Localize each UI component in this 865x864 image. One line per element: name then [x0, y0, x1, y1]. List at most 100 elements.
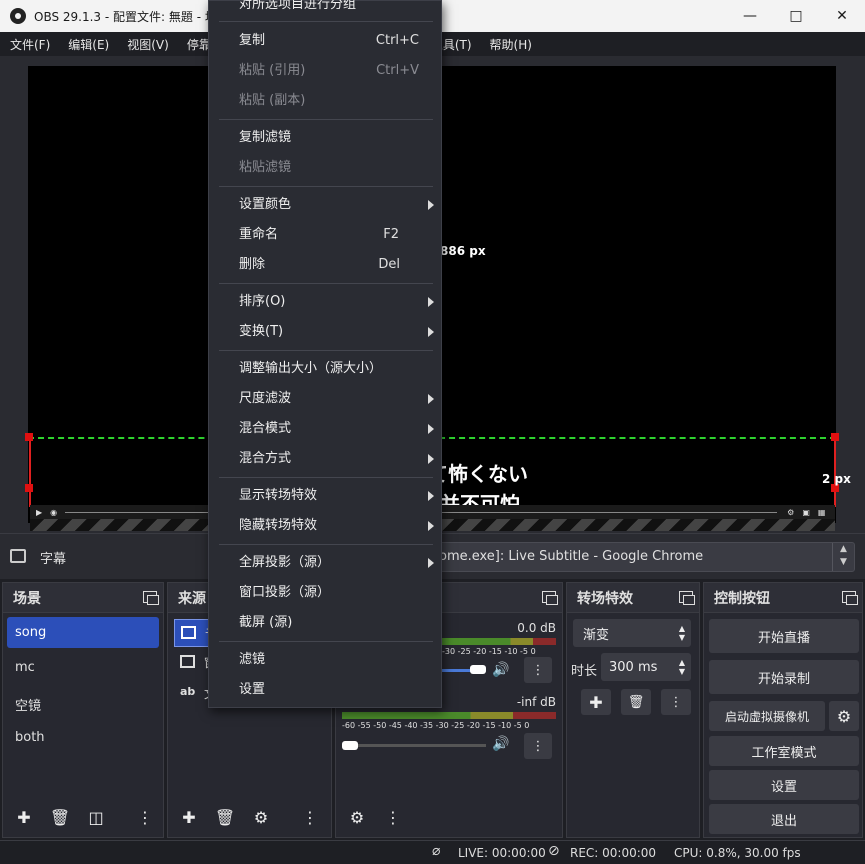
exit-button[interactable]: 退出 [709, 804, 859, 834]
menu-item-label: 重命名 [239, 227, 279, 242]
duration-input[interactable]: 300 ms ▲ ▼ [601, 653, 691, 681]
maximize-button[interactable]: □ [773, 0, 819, 32]
more-options-icon[interactable]: ⋮ [137, 803, 153, 831]
source-name: 字幕 [40, 552, 67, 567]
speaker-icon[interactable]: 🔊 [492, 736, 509, 752]
menu-item-group-selected[interactable]: 对所选项目进行分组 [239, 0, 356, 15]
duration-value: 300 ms [609, 659, 658, 675]
remove-source-button[interactable]: 🗑 [210, 803, 240, 831]
window-title: OBS 29.1.3 - 配置文件: 無題 - 场景 [34, 9, 229, 24]
menu-item-copy-filters[interactable]: 复制滤镜 [239, 128, 291, 148]
menu-help[interactable]: 帮助(H) [480, 36, 540, 53]
sources-title: 来源 [178, 590, 206, 607]
scene-item[interactable]: 空镜 [7, 687, 159, 718]
transitions-dock: 转场特效 渐变 ▲ ▼ 时长 300 ms ▲ ▼ ✚ 🗑 ⋮ [566, 582, 700, 838]
channel-1-scale: -30 -25 -20 -15 -10 -5 0 [442, 647, 536, 656]
window-capture-icon [181, 626, 196, 639]
menu-view[interactable]: 视图(V) [117, 36, 177, 53]
menu-item-show-transition[interactable]: 显示转场特效 [239, 486, 317, 506]
menu-item-label: 粘贴 (引用) [239, 63, 306, 78]
remove-scene-button[interactable]: 🗑 [45, 803, 75, 831]
window-capture-icon [180, 655, 195, 668]
start-virtual-camera-button[interactable]: 启动虚拟摄像机 [709, 701, 825, 731]
settings-button[interactable]: 设置 [709, 770, 859, 800]
menu-edit[interactable]: 编辑(E) [58, 36, 117, 53]
submenu-arrow-icon [428, 327, 434, 337]
chevron-updown-icon[interactable]: ▲ ▼ [832, 543, 854, 571]
slider-handle[interactable] [470, 665, 486, 674]
slider-handle[interactable] [342, 741, 358, 750]
close-button[interactable]: ✕ [819, 0, 865, 32]
add-scene-button[interactable]: ✚ [9, 803, 39, 831]
scene-item[interactable]: mc [7, 652, 159, 683]
more-options-icon[interactable]: ⋮ [378, 803, 408, 831]
menu-item-filters[interactable]: 滤镜 [239, 650, 265, 670]
undock-icon[interactable] [679, 591, 695, 605]
menu-item-blend-method[interactable]: 混合方式 [239, 449, 291, 469]
play-icon[interactable]: ▶ [36, 508, 42, 517]
menu-item-set-color[interactable]: 设置颜色 [239, 195, 291, 215]
transition-select[interactable]: 渐变 ▲ ▼ [573, 619, 691, 647]
add-source-button[interactable]: ✚ [174, 803, 204, 831]
submenu-arrow-icon [428, 491, 434, 501]
volume-icon[interactable]: ◉ [50, 508, 57, 517]
menu-item-delete[interactable]: 删除 Del [239, 255, 400, 275]
submenu-arrow-icon [428, 394, 434, 404]
source-properties-button[interactable]: ⚙ [246, 803, 276, 831]
menu-item-label: 复制 [239, 33, 266, 48]
menu-item-paste-filters: 粘贴滤镜 [239, 160, 292, 175]
resize-handle[interactable] [25, 484, 33, 492]
window-select[interactable]: ome.exe]: Live Subtitle - Google Chrome … [430, 542, 855, 572]
virtual-camera-settings-button[interactable]: ⚙ [829, 701, 859, 731]
scene-item[interactable]: both [7, 722, 159, 753]
minimize-button[interactable]: — [727, 0, 773, 32]
menu-item-screenshot[interactable]: 截屏 (源) [239, 613, 292, 633]
resize-handle[interactable] [25, 433, 33, 441]
menu-item-fullscreen-projector[interactable]: 全屏投影（源） [239, 553, 330, 573]
channel-2-volume-slider[interactable] [342, 744, 486, 747]
controls-title: 控制按钮 [714, 590, 770, 607]
window-select-value: ome.exe]: Live Subtitle - Google Chrome [439, 549, 704, 564]
remove-transition-button[interactable]: 🗑 [621, 689, 651, 715]
shortcut-label: F2 [383, 227, 399, 242]
menu-item-windowed-projector[interactable]: 窗口投影（源） [239, 583, 330, 603]
submenu-arrow-icon [428, 297, 434, 307]
menu-item-paste-duplicate: 粘贴 (副本) [239, 93, 306, 108]
undock-icon[interactable] [542, 591, 558, 605]
scenes-title: 场景 [13, 590, 41, 607]
menu-item-blend-mode[interactable]: 混合模式 [239, 419, 291, 439]
menu-item-hide-transition[interactable]: 隐藏转场特效 [239, 516, 317, 536]
transitions-title: 转场特效 [577, 590, 633, 607]
submenu-arrow-icon [428, 424, 434, 434]
menu-item-transform[interactable]: 变换(T) [239, 322, 283, 342]
pip-icon[interactable]: ▣ [802, 508, 810, 517]
duration-label: 时长 [571, 664, 598, 679]
channel-1-menu-button[interactable]: ⋮ [524, 657, 552, 683]
scenes-dock: 场景 song mc 空镜 both ✚ 🗑 ◫ ⋮ [2, 582, 164, 838]
menu-item-copy[interactable]: 复制 Ctrl+C [239, 31, 419, 51]
menu-item-scale-filter[interactable]: 尺度滤波 [239, 389, 291, 409]
undock-icon[interactable] [842, 591, 858, 605]
resize-handle[interactable] [831, 433, 839, 441]
mixer-settings-button[interactable]: ⚙ [342, 803, 372, 831]
start-recording-button[interactable]: 开始录制 [709, 660, 859, 694]
more-options-icon[interactable]: ⋮ [302, 803, 318, 831]
fullscreen-icon[interactable]: ▦ [818, 508, 826, 517]
menu-item-order[interactable]: 排序(O) [239, 292, 285, 312]
studio-mode-button[interactable]: 工作室模式 [709, 736, 859, 766]
menu-item-rename[interactable]: 重命名 F2 [239, 225, 399, 245]
menu-separator [219, 544, 433, 545]
menu-item-resize-output[interactable]: 调整输出大小（源大小） [239, 359, 382, 379]
scene-item[interactable]: song [7, 617, 159, 648]
submenu-arrow-icon [428, 558, 434, 568]
menu-file[interactable]: 文件(F) [0, 36, 58, 53]
channel-2-menu-button[interactable]: ⋮ [524, 733, 552, 759]
scene-filters-button[interactable]: ◫ [81, 803, 111, 831]
more-options-icon[interactable]: ⋮ [661, 689, 691, 715]
settings-icon[interactable]: ⚙ [787, 508, 794, 517]
start-streaming-button[interactable]: 开始直播 [709, 619, 859, 653]
menu-item-properties[interactable]: 设置 [239, 680, 265, 700]
speaker-icon[interactable]: 🔊 [492, 662, 509, 678]
undock-icon[interactable] [143, 591, 159, 605]
add-transition-button[interactable]: ✚ [581, 689, 611, 715]
